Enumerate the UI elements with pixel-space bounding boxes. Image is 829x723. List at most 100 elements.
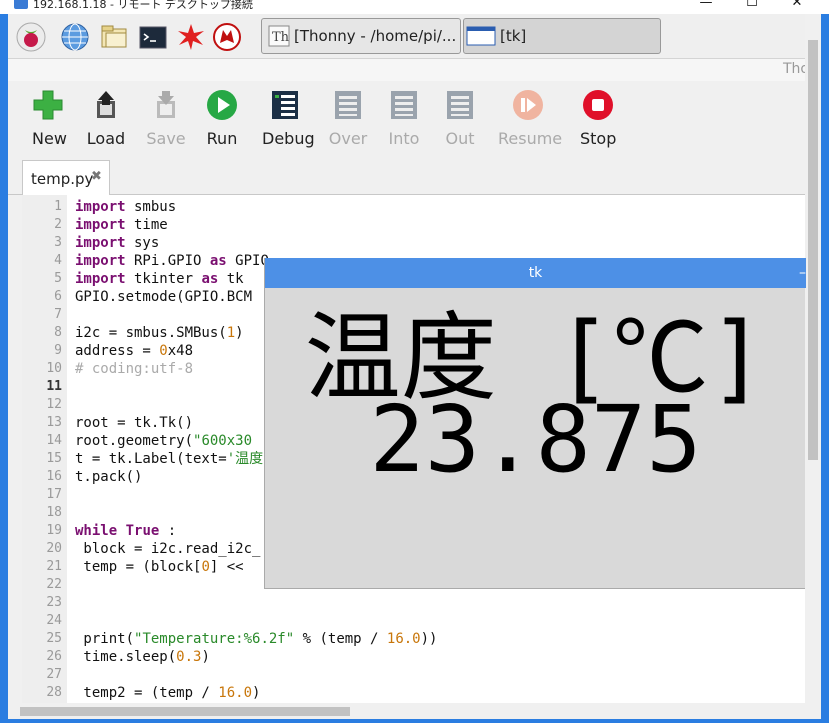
task-thonny-label: [Thonny - /home/pi/...: [294, 27, 457, 45]
code-line: import tkinter as tk: [75, 271, 244, 287]
code-line: root = tk.Tk(): [75, 415, 194, 431]
resume-button[interactable]: Resume: [498, 89, 563, 159]
svg-text:Th: Th: [272, 30, 290, 45]
horizontal-scrollbar[interactable]: [8, 704, 821, 719]
code-line: import smbus: [75, 199, 177, 215]
tab-label: temp.py: [31, 170, 94, 188]
horizontal-scrollbar-thumb[interactable]: [20, 707, 350, 716]
out-label: Out: [445, 129, 475, 148]
new-label: New: [32, 129, 67, 148]
code-line: address = 0x48: [75, 343, 194, 359]
code-line: i2c = smbus.SMBus(1): [75, 325, 244, 341]
minimize-button[interactable]: —: [686, 0, 726, 13]
code-line: block = i2c.read_i2c_: [75, 541, 261, 557]
line-number: 7: [54, 307, 62, 322]
run-button[interactable]: Run: [206, 89, 238, 159]
line-number: 11: [46, 379, 62, 394]
stop-label: Stop: [580, 129, 617, 148]
into-button[interactable]: Into: [386, 89, 422, 159]
run-icon: [207, 90, 237, 120]
line-number: 9: [54, 343, 62, 358]
line-number: 10: [46, 361, 62, 376]
web-browser-icon[interactable]: [60, 22, 90, 52]
line-number: 25: [46, 631, 62, 646]
maximize-button[interactable]: ☐: [732, 0, 772, 13]
line-number: 17: [46, 487, 62, 502]
line-number: 13: [46, 415, 62, 430]
out-button[interactable]: Out: [442, 89, 478, 159]
code-line: import RPi.GPIO as GPIO: [75, 253, 269, 269]
debug-label: Debug: [262, 129, 315, 148]
line-number: 14: [46, 433, 62, 448]
task-tk-label: [tk]: [500, 27, 527, 45]
new-button[interactable]: New: [32, 89, 67, 159]
tk-title: tk: [528, 265, 543, 281]
close-button[interactable]: ✕: [777, 0, 817, 13]
resume-icon: [513, 90, 543, 120]
plus-icon: [33, 90, 63, 120]
line-number: 20: [46, 541, 62, 556]
line-number: 6: [54, 289, 62, 304]
code-line: import sys: [75, 235, 160, 251]
code-line: time.sleep(0.3): [75, 649, 210, 665]
step-over-icon: [335, 91, 361, 119]
thonny-title: Tho: [783, 61, 805, 77]
window-icon: [466, 26, 496, 46]
load-button[interactable]: Load: [86, 89, 126, 159]
stop-button[interactable]: Stop: [580, 89, 616, 159]
line-number: 8: [54, 325, 62, 340]
line-number: 12: [46, 397, 62, 412]
raspberry-menu-icon[interactable]: [16, 22, 46, 52]
over-label: Over: [328, 129, 368, 148]
rdp-title-bar: 192.168.1.18 - リモート デスクトップ接続 — ☐ ✕: [0, 0, 829, 14]
into-label: Into: [388, 129, 420, 148]
line-number: 16: [46, 469, 62, 484]
code-line: t = tk.Label(text='温度: [75, 451, 264, 467]
pi-panel: Th [Thonny - /home/pi/... [tk]: [8, 14, 805, 59]
vertical-scrollbar-thumb[interactable]: [808, 40, 818, 460]
line-number: 28: [46, 685, 62, 700]
vertical-scrollbar[interactable]: [805, 14, 821, 704]
thonny-icon: Th: [268, 25, 290, 47]
line-number: 1: [54, 199, 62, 214]
save-icon: [157, 91, 175, 118]
line-number: 5: [54, 271, 62, 286]
task-thonny[interactable]: Th [Thonny - /home/pi/...: [261, 18, 461, 54]
tk-window: tk – 温度 [℃] 23.875: [264, 258, 806, 589]
code-line: while True :: [75, 523, 177, 539]
line-number: 18: [46, 505, 62, 520]
line-number: 23: [46, 595, 62, 610]
rdp-title: 192.168.1.18 - リモート デスクトップ接続: [33, 0, 253, 11]
line-number: 24: [46, 613, 62, 628]
debug-icon: [272, 91, 298, 119]
step-into-icon: [391, 91, 417, 119]
code-line: temp2 = (temp / 16.0): [75, 685, 261, 701]
file-manager-icon[interactable]: [99, 22, 129, 52]
line-number: 15: [46, 451, 62, 466]
code-line: # coding:utf-8: [75, 361, 194, 377]
over-button[interactable]: Over: [328, 89, 368, 159]
line-number: 22: [46, 577, 62, 592]
save-button[interactable]: Save: [146, 89, 186, 159]
code-line: GPIO.setmode(GPIO.BCM: [75, 289, 253, 305]
line-number: 3: [54, 235, 62, 250]
line-number: 4: [54, 253, 62, 268]
task-tk[interactable]: [tk]: [463, 18, 661, 54]
line-number-gutter: 1 2 3 4 5 6 7 8 9 10 11 12 13 14 15 16 17 18 19 20 21 22 23 24 2…: [22, 195, 67, 703]
code-line: import time: [75, 217, 168, 233]
close-tab-icon[interactable]: ✖: [91, 169, 102, 184]
terminal-icon[interactable]: [138, 22, 168, 52]
line-number: 26: [46, 649, 62, 664]
editor-tabs: temp.py ✖: [8, 159, 805, 196]
code-line: temp = (block[0] <<: [75, 559, 244, 575]
code-line: t.pack(): [75, 469, 143, 485]
math-kernel-icon[interactable]: [176, 22, 206, 52]
code-line: print("Temperature:%6.2f" % (temp / 16.0…: [75, 631, 438, 647]
wolfram-icon[interactable]: [212, 22, 242, 52]
debug-button[interactable]: Debug: [262, 89, 315, 159]
save-label: Save: [146, 129, 186, 148]
line-number: 19: [46, 523, 62, 538]
toolbar: New Load Save Run Debug Over Into Out Re…: [8, 81, 805, 159]
resume-label: Resume: [498, 129, 563, 148]
tab-temp-py[interactable]: temp.py ✖: [22, 160, 110, 196]
